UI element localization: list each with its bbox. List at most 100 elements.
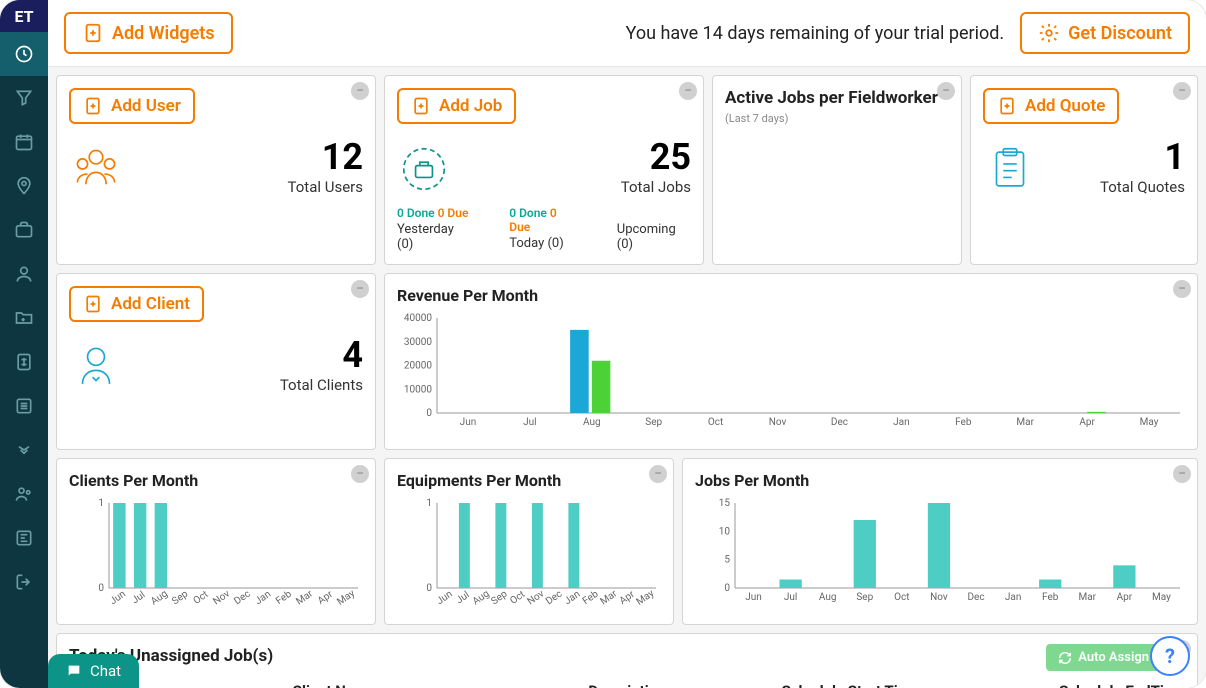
total-jobs-label: Total Jobs [621, 178, 691, 196]
yesterday-label: Yesterday (0) [397, 222, 469, 252]
add-user-label: Add User [111, 96, 181, 116]
cards-row-2: − Add Client 4Total Clients − Revenue Pe… [48, 273, 1206, 450]
svg-text:May: May [335, 588, 357, 608]
card-add-client: − Add Client 4Total Clients [56, 273, 376, 450]
nav-list[interactable] [0, 384, 48, 428]
plus-doc-icon [82, 22, 104, 44]
nav-handshake[interactable] [0, 428, 48, 472]
total-jobs-value: 25 [621, 136, 691, 178]
card-unassigned-jobs: − Auto Assign Today's Unassigned Job(s) … [56, 633, 1198, 688]
cards-row-4: − Auto Assign Today's Unassigned Job(s) … [48, 633, 1206, 688]
col-end-time: Schedule EndTime [962, 682, 1185, 688]
svg-text:Nov: Nov [930, 592, 948, 603]
card-add-user: − Add User 12Total Users [56, 75, 376, 265]
svg-text:May: May [1140, 417, 1159, 428]
collapse-icon[interactable]: − [937, 82, 955, 100]
nav-logout[interactable] [0, 560, 48, 604]
svg-text:Jun: Jun [745, 592, 762, 603]
get-discount-button[interactable]: Get Discount [1020, 12, 1190, 54]
chat-icon [66, 663, 82, 679]
add-job-button[interactable]: Add Job [397, 88, 516, 124]
collapse-icon[interactable]: − [1173, 465, 1191, 483]
add-user-button[interactable]: Add User [69, 88, 195, 124]
yesterday-done: 0 Done [397, 206, 435, 220]
svg-text:Dec: Dec [831, 417, 848, 428]
total-clients-value: 4 [280, 334, 363, 376]
clients-chart-title: Clients Per Month [69, 471, 363, 490]
nav-folder[interactable] [0, 296, 48, 340]
svg-text:Jan: Jan [1005, 592, 1021, 603]
svg-text:5: 5 [724, 555, 730, 566]
svg-text:1: 1 [426, 498, 432, 509]
svg-text:Mar: Mar [1016, 417, 1034, 428]
logo: ET [0, 0, 48, 32]
auto-assign-label: Auto Assign [1078, 650, 1149, 665]
main-content: Add Widgets You have 14 days remaining o… [48, 0, 1206, 688]
total-users-label: Total Users [288, 178, 363, 196]
svg-text:Feb: Feb [274, 589, 294, 608]
nav-jobs[interactable] [0, 208, 48, 252]
svg-text:20000: 20000 [404, 361, 432, 372]
nav-map[interactable] [0, 164, 48, 208]
add-job-label: Add Job [439, 96, 502, 116]
active-jobs-sub: (Last 7 days) [725, 112, 949, 125]
refresh-icon [1058, 651, 1072, 665]
col-description: Description [515, 682, 738, 688]
auto-assign-button[interactable]: Auto Assign [1046, 644, 1161, 671]
add-client-button[interactable]: Add Client [69, 286, 204, 322]
svg-text:Nov: Nov [769, 417, 787, 428]
nav-settings[interactable] [0, 516, 48, 560]
svg-text:Jul: Jul [784, 592, 797, 603]
collapse-icon[interactable]: − [679, 82, 697, 100]
svg-text:Dec: Dec [232, 589, 252, 608]
svg-text:Aug: Aug [149, 588, 170, 607]
svg-text:40000: 40000 [404, 313, 432, 324]
plus-doc-icon [83, 96, 103, 116]
client-icon [69, 340, 123, 394]
nav-calendar[interactable] [0, 120, 48, 164]
svg-text:Apr: Apr [1117, 592, 1133, 603]
card-add-job: − Add Job 25Total Jobs 0 Done 0 Due Yest… [384, 75, 704, 265]
svg-text:Jun: Jun [108, 589, 128, 608]
svg-text:Aug: Aug [583, 417, 601, 428]
add-widgets-button[interactable]: Add Widgets [64, 12, 233, 54]
svg-text:Feb: Feb [955, 417, 972, 428]
help-button[interactable]: ? [1150, 636, 1190, 676]
nav-invoice[interactable] [0, 340, 48, 384]
collapse-icon[interactable]: − [1173, 82, 1191, 100]
svg-text:Sep: Sep [856, 592, 873, 603]
jobs-chart-title: Jobs Per Month [695, 471, 1185, 490]
chat-button[interactable]: Chat [48, 654, 139, 688]
cards-row-3: − Clients Per Month 01JunJulAugSepOctNov… [48, 450, 1206, 633]
collapse-icon[interactable]: − [351, 82, 369, 100]
nav-dashboard[interactable] [0, 32, 48, 76]
svg-text:Apr: Apr [316, 589, 336, 607]
svg-text:10: 10 [719, 526, 731, 537]
gear-icon [1038, 22, 1060, 44]
collapse-icon[interactable]: − [649, 465, 667, 483]
card-jobs-chart: − Jobs Per Month 051015JunJulAugSepOctNo… [682, 458, 1198, 625]
nav-funnel[interactable] [0, 76, 48, 120]
nav-team[interactable] [0, 472, 48, 516]
today-done: 0 Done [509, 206, 547, 220]
svg-text:May: May [635, 588, 657, 608]
plus-doc-icon [411, 96, 431, 116]
upcoming-label: Upcoming (0) [617, 222, 691, 252]
svg-text:Oct: Oct [191, 589, 210, 607]
card-add-quote: − Add Quote 1Total Quotes [970, 75, 1198, 265]
svg-text:Sep: Sep [170, 588, 190, 607]
card-clients-chart: − Clients Per Month 01JunJulAugSepOctNov… [56, 458, 376, 625]
collapse-icon[interactable]: − [1173, 280, 1191, 298]
topbar: Add Widgets You have 14 days remaining o… [48, 0, 1206, 67]
collapse-icon[interactable]: − [351, 465, 369, 483]
add-quote-button[interactable]: Add Quote [983, 88, 1119, 124]
card-active-jobs: − Active Jobs per Fieldworker (Last 7 da… [712, 75, 962, 265]
svg-text:Jul: Jul [523, 417, 536, 428]
svg-text:10000: 10000 [404, 384, 432, 395]
collapse-icon[interactable]: − [351, 280, 369, 298]
svg-text:Jun: Jun [460, 417, 477, 428]
total-quotes-label: Total Quotes [1100, 178, 1185, 196]
nav-users[interactable] [0, 252, 48, 296]
clients-chart: 01JunJulAugSepOctNovDecJanFebMarAprMay [69, 498, 363, 608]
svg-text:Sep: Sep [489, 588, 509, 607]
